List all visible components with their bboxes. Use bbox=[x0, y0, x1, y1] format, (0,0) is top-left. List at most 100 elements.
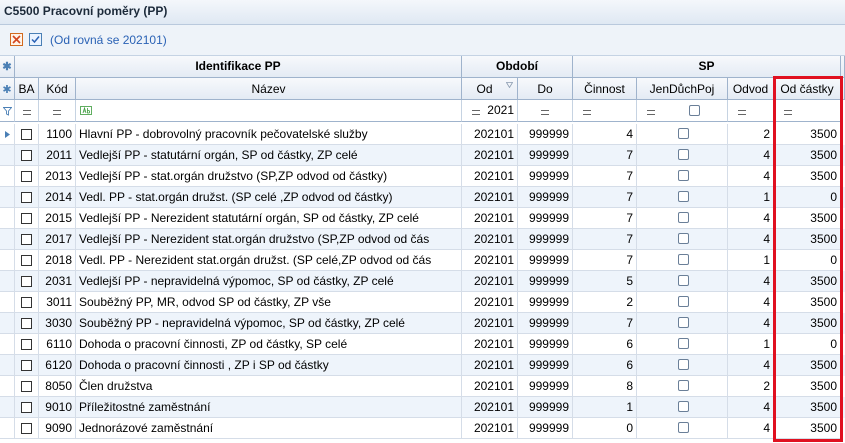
row-selector[interactable] bbox=[0, 292, 15, 313]
row-selector[interactable] bbox=[0, 334, 15, 355]
jendp-checkbox[interactable] bbox=[678, 233, 689, 244]
cell-odcastky: 3500 bbox=[774, 355, 841, 376]
column-header-do[interactable]: Do bbox=[518, 78, 573, 100]
column-header-kod[interactable]: Kód bbox=[39, 78, 76, 100]
text-contains-icon bbox=[80, 106, 92, 115]
ba-checkbox[interactable] bbox=[21, 402, 32, 413]
ba-checkbox[interactable] bbox=[21, 339, 32, 350]
row-selector[interactable] bbox=[0, 313, 15, 334]
ba-checkbox[interactable] bbox=[21, 129, 32, 140]
ba-checkbox[interactable] bbox=[21, 213, 32, 224]
cell-nazev: Vedlejší PP - nepravidelná výpomoc, SP o… bbox=[76, 271, 462, 292]
cell-cinnost: 7 bbox=[573, 145, 637, 166]
table-row[interactable]: 2031 Vedlejší PP - nepravidelná výpomoc, … bbox=[0, 271, 845, 292]
row-selector[interactable] bbox=[0, 208, 15, 229]
jendp-checkbox[interactable] bbox=[678, 191, 689, 202]
table-row[interactable]: 9090 Jednorázové zaměstnání 202101 999999 0 4… bbox=[0, 418, 845, 439]
jendp-checkbox[interactable] bbox=[678, 212, 689, 223]
column-header-nazev[interactable]: Název bbox=[76, 78, 462, 100]
jendp-checkbox[interactable] bbox=[678, 128, 689, 139]
row-selector[interactable] bbox=[0, 250, 15, 271]
cell-do: 999999 bbox=[518, 229, 573, 250]
ba-checkbox[interactable] bbox=[21, 360, 32, 371]
current-row-arrow-icon bbox=[5, 131, 10, 138]
table-row[interactable]: 2018 Vedl. PP - Nerezident stat.orgán dru… bbox=[0, 250, 845, 271]
ba-checkbox[interactable] bbox=[21, 150, 32, 161]
table-row[interactable]: 1100 Hlavní PP - dobrovolný pracovník peč… bbox=[0, 124, 845, 145]
filter-cell-do[interactable] bbox=[518, 100, 573, 122]
table-row[interactable]: 2014 Vedl. PP - stat.orgán družst. (SP ce… bbox=[0, 187, 845, 208]
filter-cell-nazev[interactable] bbox=[76, 100, 462, 122]
filter-jendp-checkbox[interactable] bbox=[689, 105, 700, 116]
table-row[interactable]: 6110 Dohoda o pracovní činnosti, ZP od čá… bbox=[0, 334, 845, 355]
jendp-checkbox[interactable] bbox=[678, 422, 689, 433]
filter-cell-kod[interactable] bbox=[39, 100, 76, 122]
filter-cell-ba[interactable] bbox=[15, 100, 39, 122]
row-selector[interactable] bbox=[0, 376, 15, 397]
row-selector[interactable] bbox=[0, 271, 15, 292]
column-header-od[interactable]: Od bbox=[462, 78, 518, 100]
filter-cell-jendp[interactable] bbox=[637, 100, 728, 122]
row-selector-header: ✱ bbox=[0, 56, 15, 78]
table-row[interactable]: 2011 Vedlejší PP - statutární orgán, SP o… bbox=[0, 145, 845, 166]
filter-cell-od[interactable]: 2021 bbox=[462, 100, 518, 122]
column-header-ba[interactable]: BA bbox=[15, 78, 39, 100]
cell-odcastky: 3500 bbox=[774, 271, 841, 292]
clear-filter-button[interactable] bbox=[10, 33, 23, 46]
ba-checkbox[interactable] bbox=[21, 318, 32, 329]
table-row[interactable]: 3030 Souběžný PP - nepravidelná výpomoc, … bbox=[0, 313, 845, 334]
ba-checkbox[interactable] bbox=[21, 192, 32, 203]
row-selector[interactable] bbox=[0, 145, 15, 166]
cell-odvod: 4 bbox=[728, 145, 774, 166]
jendp-checkbox[interactable] bbox=[678, 296, 689, 307]
ba-checkbox[interactable] bbox=[21, 234, 32, 245]
row-selector[interactable] bbox=[0, 418, 15, 439]
table-row[interactable]: 8050 Člen družstva 202101 999999 8 2 3500 bbox=[0, 376, 845, 397]
jendp-checkbox[interactable] bbox=[678, 275, 689, 286]
row-selector[interactable] bbox=[0, 397, 15, 418]
row-selector[interactable] bbox=[0, 124, 15, 145]
jendp-checkbox[interactable] bbox=[678, 380, 689, 391]
ba-checkbox[interactable] bbox=[21, 381, 32, 392]
jendp-checkbox[interactable] bbox=[678, 317, 689, 328]
ba-checkbox[interactable] bbox=[21, 423, 32, 434]
table-row[interactable]: 2015 Vedlejší PP - Nerezident statutární … bbox=[0, 208, 845, 229]
filter-cell-odvod[interactable] bbox=[728, 100, 774, 122]
table-row[interactable]: 9010 Příležitostné zaměstnání 202101 999999… bbox=[0, 397, 845, 418]
row-selector[interactable] bbox=[0, 187, 15, 208]
column-header-odcastky[interactable]: Od částky bbox=[774, 78, 841, 100]
cell-kod: 9090 bbox=[39, 418, 76, 439]
column-header-odvod[interactable]: Odvod bbox=[728, 78, 774, 100]
cell-od: 202101 bbox=[462, 166, 518, 187]
row-selector[interactable] bbox=[0, 355, 15, 376]
table-row[interactable]: 2013 Vedlejší PP - stat.orgán družstvo (S… bbox=[0, 166, 845, 187]
jendp-checkbox[interactable] bbox=[678, 149, 689, 160]
table-row[interactable]: 3011 Souběžný PP, MR, odvod SP od částky,… bbox=[0, 292, 845, 313]
row-selector[interactable] bbox=[0, 166, 15, 187]
filter-cell-cinnost[interactable] bbox=[573, 100, 637, 122]
ba-checkbox[interactable] bbox=[21, 171, 32, 182]
column-header-jendp[interactable]: JenDůchPoj bbox=[637, 78, 728, 100]
column-header-od-label: Od bbox=[476, 82, 493, 96]
jendp-checkbox[interactable] bbox=[678, 359, 689, 370]
jendp-checkbox[interactable] bbox=[678, 170, 689, 181]
table-row[interactable]: 6120 Dohoda o pracovní činnosti , ZP i SP… bbox=[0, 355, 845, 376]
row-selector[interactable] bbox=[0, 229, 15, 250]
ba-checkbox[interactable] bbox=[21, 276, 32, 287]
jendp-checkbox[interactable] bbox=[678, 254, 689, 265]
table-row[interactable]: 2017 Vedlejší PP - Nerezident stat.orgán … bbox=[0, 229, 845, 250]
filter-cell-odcastky[interactable] bbox=[774, 100, 841, 122]
cell-cinnost: 6 bbox=[573, 334, 637, 355]
jendp-checkbox[interactable] bbox=[678, 401, 689, 412]
jendp-checkbox[interactable] bbox=[678, 338, 689, 349]
filter-expression-link[interactable]: (Od rovná se 202101) bbox=[50, 33, 167, 47]
column-header-cinnost[interactable]: Činnost bbox=[573, 78, 637, 100]
cell-kod: 3030 bbox=[39, 313, 76, 334]
cell-do: 999999 bbox=[518, 250, 573, 271]
enable-filter-checkbox[interactable] bbox=[29, 33, 42, 46]
ba-checkbox[interactable] bbox=[21, 255, 32, 266]
cell-nazev: Dohoda o pracovní činnosti, ZP od částky… bbox=[76, 334, 462, 355]
cell-ba bbox=[15, 229, 39, 250]
ba-checkbox[interactable] bbox=[21, 297, 32, 308]
equals-operator-icon bbox=[784, 110, 792, 115]
